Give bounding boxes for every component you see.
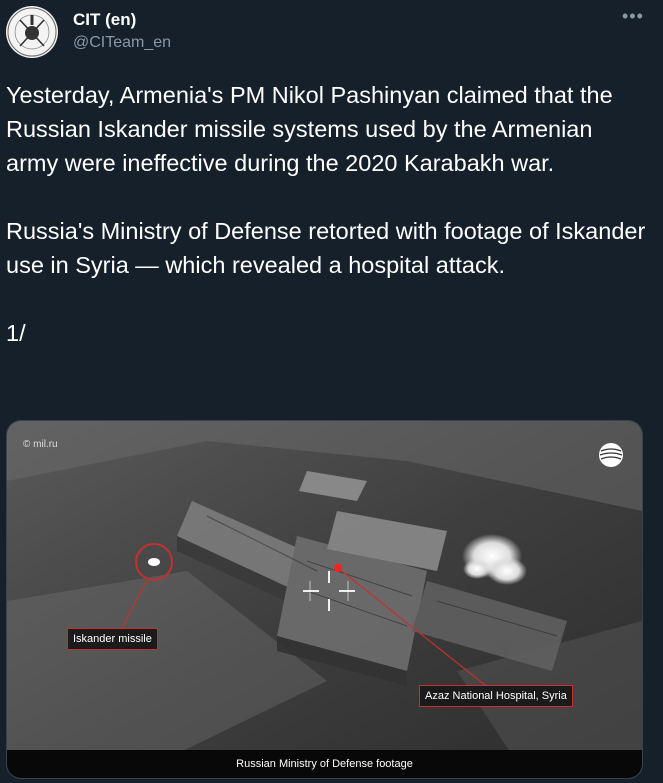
more-options-icon[interactable]: ••• [622, 6, 643, 28]
footage-image [7, 421, 642, 778]
watermark: © mil.ru [23, 439, 58, 450]
media-caption: Russian Ministry of Defense footage [7, 750, 642, 778]
missile-label: Iskander missile [67, 628, 158, 650]
broadcaster-logo-icon [599, 443, 623, 467]
tweet-text: Yesterday, Armenia's PM Nikol Pashinyan … [6, 82, 646, 346]
author-handle[interactable]: @CITeam_en [73, 34, 171, 52]
hospital-label: Azaz National Hospital, Syria [419, 685, 573, 707]
tweet-media[interactable]: © mil.ru Iskander missile Azaz National … [6, 420, 643, 779]
avatar[interactable] [6, 6, 58, 58]
author-name[interactable]: CIT (en) [73, 10, 136, 30]
